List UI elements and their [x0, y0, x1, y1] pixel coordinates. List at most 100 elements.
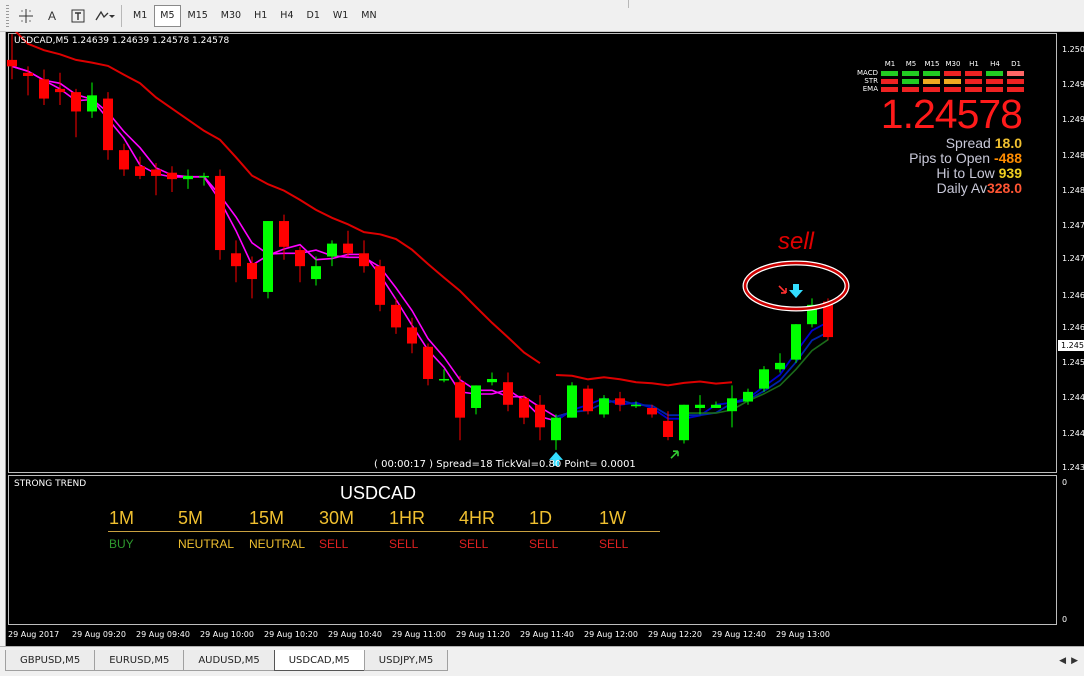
strong-trend-signal: BUY: [109, 537, 134, 551]
candle-body: [215, 175, 225, 251]
spread-value: 18.0: [994, 135, 1022, 151]
price-tick: 1.2444: [1062, 429, 1084, 438]
strong-trend-tf: 5M: [178, 508, 204, 528]
buy-small-arrow-icon: [670, 450, 679, 459]
mtf-header-m5: M5: [905, 60, 917, 68]
candle-body: [775, 362, 785, 370]
timeframe-m30[interactable]: M30: [215, 5, 247, 27]
mtf-row-ema: EMA: [862, 85, 878, 93]
timeframe-h1[interactable]: H1: [248, 5, 273, 27]
scroll-left-icon[interactable]: ◀: [1059, 655, 1066, 666]
strong-trend-symbol: USDCAD: [340, 483, 417, 503]
ma-magenta-line: [11, 65, 573, 422]
timeframe-m5[interactable]: M5: [154, 4, 181, 27]
mtf-header-h4: H4: [990, 60, 1000, 68]
mtf-signal-block: [881, 71, 898, 76]
time-tick: 29 Aug 10:40: [328, 630, 382, 639]
candle-body: [7, 59, 17, 67]
price-tick: 1.2492: [1062, 115, 1084, 124]
candle-body: [695, 404, 705, 408]
crosshair-icon[interactable]: [15, 5, 37, 27]
strong-trend-signal: NEUTRAL: [249, 537, 306, 551]
time-tick: 29 Aug 12:20: [648, 630, 702, 639]
tab-usdcad[interactable]: USDCAD,M5: [273, 650, 365, 671]
mtf-signal-block: [944, 79, 961, 84]
tab-gbpusd[interactable]: GBPUSD,M5: [5, 650, 96, 671]
price-tick: 1.2487: [1062, 151, 1084, 160]
ema-red-line: [14, 32, 541, 365]
candle-body: [231, 253, 241, 267]
status-line: ( 00:00:17 ) Spread=18 TickVal=0.80 Poin…: [374, 459, 636, 470]
strong-trend-tf: 30M: [319, 508, 355, 528]
strong-trend-divider: [108, 531, 660, 532]
candle-body: [599, 398, 609, 415]
pips-to-open-info: Pips to Open -488: [909, 151, 1022, 166]
price-axis[interactable]: 1.2503 1.2498 1.2492 1.2487 1.2481 1.247…: [1057, 33, 1084, 627]
time-tick: 29 Aug 11:00: [392, 630, 446, 639]
candle-body: [39, 79, 49, 99]
time-tick: 29 Aug 11:40: [520, 630, 574, 639]
candle-body: [135, 166, 145, 176]
candle-body: [343, 243, 353, 254]
strong-trend-label: STRONG TREND: [14, 479, 87, 489]
price-tick: 1.2498: [1062, 80, 1084, 89]
candle-body: [727, 398, 737, 412]
daily-average-info: Daily Av328.0: [937, 181, 1022, 196]
chart-toolbar: A M1 M5 M15 M30 H1 H4 D1 W1 MN: [0, 0, 1084, 32]
candle-body: [391, 304, 401, 328]
strong-trend-tf: 1D: [529, 508, 553, 528]
price-tick: 1.2471: [1062, 254, 1084, 263]
time-tick: 29 Aug 09:20: [72, 630, 126, 639]
candle-body: [791, 324, 801, 360]
mtf-signal-block: [902, 79, 919, 84]
text-icon[interactable]: A: [41, 5, 63, 27]
mtf-signal-block: [902, 71, 919, 76]
candle-body: [375, 266, 385, 305]
candle-body: [279, 221, 289, 247]
tab-eurusd[interactable]: EURUSD,M5: [94, 650, 185, 671]
price-tick: 1.2465: [1062, 291, 1084, 300]
shapes-icon[interactable]: [93, 5, 115, 27]
candle-body: [615, 398, 625, 405]
mtf-signal-block: [965, 71, 982, 76]
pips-value: -488: [993, 150, 1022, 166]
candle-body: [199, 175, 209, 178]
mtf-signal-block: [923, 71, 940, 76]
candle-body: [55, 88, 65, 93]
timeframe-d1[interactable]: D1: [301, 5, 326, 27]
scroll-right-icon[interactable]: ▶: [1071, 655, 1078, 666]
strong-trend-signal: SELL: [389, 537, 419, 551]
timeframe-h4[interactable]: H4: [274, 5, 299, 27]
strong-trend-signal: SELL: [459, 537, 489, 551]
price-tick: 1.2460: [1062, 323, 1084, 332]
price-tick: 1.2503: [1062, 45, 1084, 54]
mtf-signal-block: [923, 79, 940, 84]
time-tick: 29 Aug 13:00: [776, 630, 830, 639]
timeframe-mn[interactable]: MN: [355, 5, 382, 27]
chart-window[interactable]: USDCAD,M5 1.24639 1.24639 1.24578 1.2457…: [5, 32, 1084, 646]
timeframe-w1[interactable]: W1: [327, 5, 354, 27]
candle-body: [583, 388, 593, 412]
text-label-icon[interactable]: [67, 5, 89, 27]
strong-trend-signal: NEUTRAL: [178, 537, 235, 551]
mtf-signal-block: [944, 71, 961, 76]
mtf-signal-block: [986, 71, 1003, 76]
text-tool-label: A: [47, 8, 56, 23]
toolbar-grip[interactable]: [6, 4, 9, 27]
hilo-value: 939: [998, 165, 1022, 181]
strong-trend-tf: 1W: [599, 508, 626, 528]
candle-body: [551, 417, 561, 441]
price-tick: 1.2438: [1062, 463, 1084, 472]
mtf-header-m1: M1: [884, 60, 896, 68]
subwindow-tick: 0: [1062, 478, 1068, 487]
tab-usdjpy[interactable]: USDJPY,M5: [363, 650, 449, 671]
timeframe-m1[interactable]: M1: [127, 5, 153, 27]
candle-body: [455, 382, 465, 418]
time-tick: 29 Aug 12:00: [584, 630, 638, 639]
tab-audusd[interactable]: AUDUSD,M5: [183, 650, 275, 671]
price-tick: 1.2455: [1062, 358, 1084, 367]
timeframe-m15[interactable]: M15: [182, 5, 214, 27]
price-tick: 1.2481: [1062, 186, 1084, 195]
candle-body: [119, 150, 129, 170]
mtf-header-h1: H1: [969, 60, 979, 68]
